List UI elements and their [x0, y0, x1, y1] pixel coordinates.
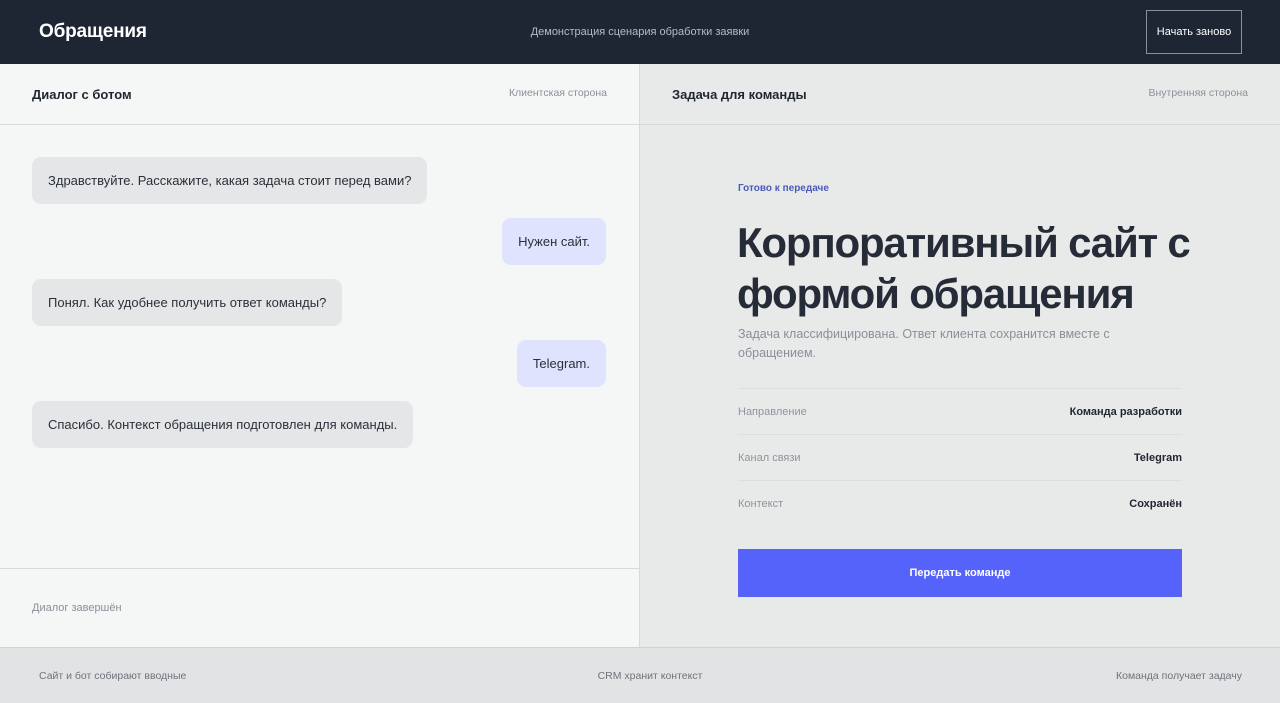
task-panel-title: Задача для команды [672, 87, 807, 102]
chat-panel-header: Диалог с ботом Клиентская сторона [0, 64, 639, 125]
detail-row-channel: Канал связи Telegram [738, 434, 1182, 480]
detail-row-context: Контекст Сохранён [738, 480, 1182, 526]
chat-message-user: Telegram. [516, 340, 606, 387]
restart-button[interactable]: Начать заново [1146, 10, 1242, 54]
process-steps-bar: Сайт и бот собирают вводные CRM хранит к… [0, 647, 1280, 703]
chat-message-bot: Спасибо. Контекст обращения подготовлен … [32, 401, 414, 448]
chat-panel: Диалог с ботом Клиентская сторона Здравс… [0, 64, 640, 647]
step-team: Команда получает задачу [1115, 670, 1242, 682]
app-subtitle: Демонстрация сценария обработки заявки [530, 26, 750, 38]
detail-row-direction: Направление Команда разработки [738, 388, 1182, 434]
task-details: Направление Команда разработки Канал свя… [738, 388, 1182, 526]
detail-label: Канал связи [738, 452, 801, 464]
detail-label: Контекст [738, 498, 784, 510]
task-panel-tag: Внутренняя сторона [1148, 87, 1248, 99]
chat-message-user: Нужен сайт. [502, 218, 606, 265]
chat-panel-title: Диалог с ботом [32, 87, 132, 102]
chat-status: Диалог завершён [32, 602, 122, 614]
detail-label: Направление [738, 406, 807, 418]
chat-message-bot: Здравствуйте. Расскажите, какая задача с… [32, 157, 428, 204]
detail-value: Сохранён [1129, 498, 1182, 510]
detail-value: Telegram [1133, 452, 1182, 464]
task-panel: Задача для команды Внутренняя сторона Го… [640, 64, 1280, 647]
ready-status: Готово к передаче [738, 183, 829, 194]
chat-panel-tag: Клиентская сторона [508, 87, 607, 99]
task-headline: Корпоративный сайт с формой обращения [737, 219, 1191, 317]
task-panel-header: Задача для команды Внутренняя сторона [640, 64, 1280, 125]
send-to-team-button[interactable]: Передать команде [738, 549, 1182, 597]
top-bar: Обращения Демонстрация сценария обработк… [0, 0, 1280, 64]
chat-message-bot: Понял. Как удобнее получить ответ команд… [32, 279, 343, 326]
detail-value: Команда разработки [1069, 406, 1182, 418]
step-crm: CRM хранит контекст [597, 670, 703, 682]
task-description: Задача классифицирована. Ответ клиента с… [738, 327, 1110, 360]
chat-footer: Диалог завершён [0, 568, 640, 647]
